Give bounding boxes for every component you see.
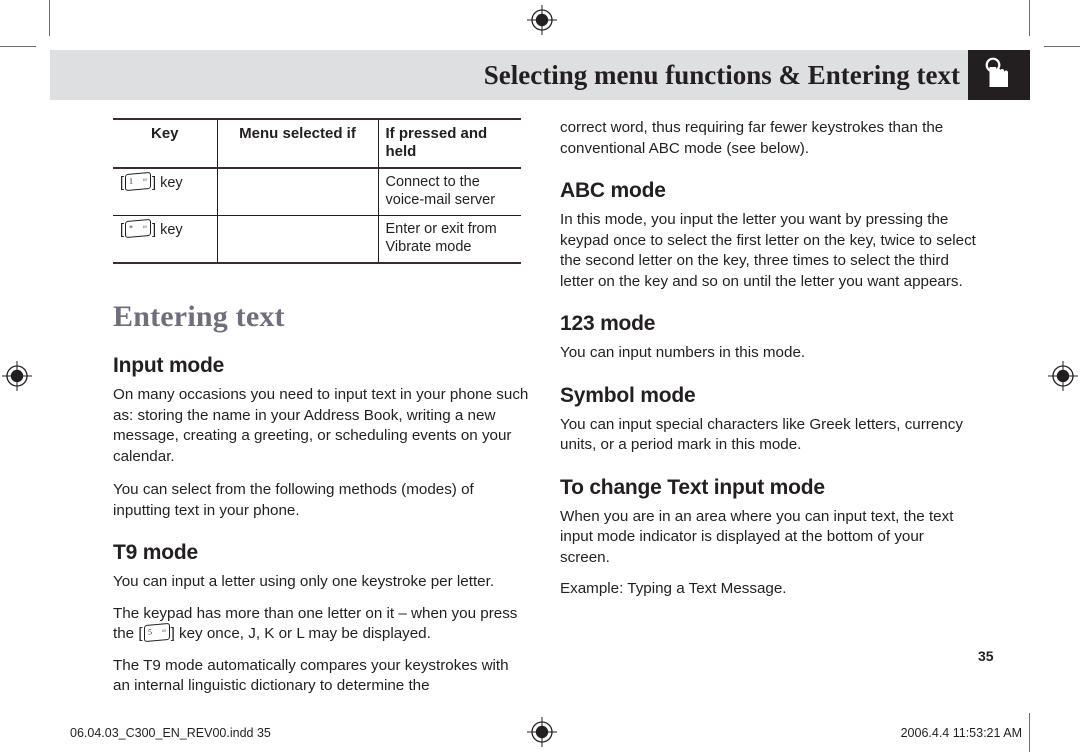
table-cell-key-1: [1 ∞] key [113,168,217,216]
table-cell-menu-2 [216,215,378,263]
crop-mark-top-left-horizontal [0,46,36,47]
key-5-icon: 5 ∞ [143,622,170,643]
paragraph-change-input-mode-1: When you are in an area where you can in… [560,507,954,566]
hand-press-icon [968,50,1030,100]
table-row: [1 ∞] key Connect to the voice-mail serve… [113,168,521,216]
footer-file-name: 06.04.03_C300_EN_REV00.indd 35 [70,726,271,740]
table-header-menu: Menu selected if [216,118,378,169]
paragraph-t9-3: The T9 mode automatically compares your … [113,656,509,695]
key-star-suffix: ] key [152,222,183,238]
paragraph-t9-2-after: ] key once, J, K or L may be displayed. [170,625,431,642]
bracket-open: [ [120,222,125,238]
paragraph-123-mode: You can input numbers in this mode. [560,344,806,361]
crop-mark-top-right-horizontal [1044,46,1080,47]
heading-123-mode: 123 mode [560,312,656,335]
table-header-key: Key [113,118,217,169]
key-star-mark: ∞ [142,224,148,231]
key-star-digit: * [129,223,134,233]
key-function-table: Key Menu selected if If pressed and held… [113,118,521,264]
table-cell-held-2: Enter or exit from Vibrate mode [377,215,521,263]
footer-divider [1029,713,1030,752]
key-1-mark: ∞ [142,177,148,184]
key-5-digit: 5 [147,627,152,637]
right-column: correct word, thus requiring far fewer k… [560,118,976,611]
heading-input-mode: Input mode [113,354,225,377]
paragraph-t9-1: You can input a letter using only one ke… [113,573,495,590]
crop-mark-top-right-vertical [1029,0,1030,36]
table-cell-key-2: [* ∞] key [113,216,217,264]
page-number: 35 [978,648,994,664]
key-1-suffix: ] key [152,175,183,191]
section-title-entering-text: Entering text [113,300,285,333]
table-header-row: Key Menu selected if If pressed and held [113,118,521,169]
paragraph-input-mode-2: You can select from the following method… [113,481,474,519]
key-star-icon: * ∞ [125,218,152,239]
paragraph-abc-mode: In this mode, you input the letter you w… [560,211,976,290]
paragraph-symbol-mode: You can input special characters like Gr… [560,415,963,454]
page-title: Selecting menu functions & Entering text [483,60,960,90]
registration-mark-left-middle [2,361,32,391]
heading-change-text-input-mode: To change Text input mode [560,475,825,499]
paragraph-continuation: correct word, thus requiring far fewer k… [560,119,944,157]
registration-mark-right-middle [1048,361,1078,391]
registration-mark-bottom-center [527,717,557,747]
table-header-held: If pressed and held [377,118,521,169]
heading-abc-mode: ABC mode [560,179,666,202]
crop-mark-top-left-vertical [49,0,50,36]
paragraph-change-input-mode-2: Example: Typing a Text Message. [560,580,787,597]
registration-mark-top-center [527,5,557,35]
key-1-icon: 1 ∞ [125,171,152,192]
bracket-open: [ [120,175,125,191]
table-row: [* ∞] key Enter or exit from Vibrate mode [113,215,521,264]
table-cell-menu-1 [216,168,378,216]
footer-timestamp: 2006.4.4 11:53:21 AM [900,726,1022,740]
heading-symbol-mode: Symbol mode [560,383,696,407]
heading-t9-mode: T9 mode [113,541,198,564]
key-5-mark: ∞ [161,628,166,635]
table-cell-held-1: Connect to the voice-mail server [377,168,521,216]
paragraph-input-mode-1: On many occasions you need to input text… [113,386,529,465]
paragraph-t9-2: The keypad has more than one letter on i… [113,604,529,645]
key-1-digit: 1 [129,176,134,186]
left-column: Key Menu selected if If pressed and held… [113,118,529,708]
